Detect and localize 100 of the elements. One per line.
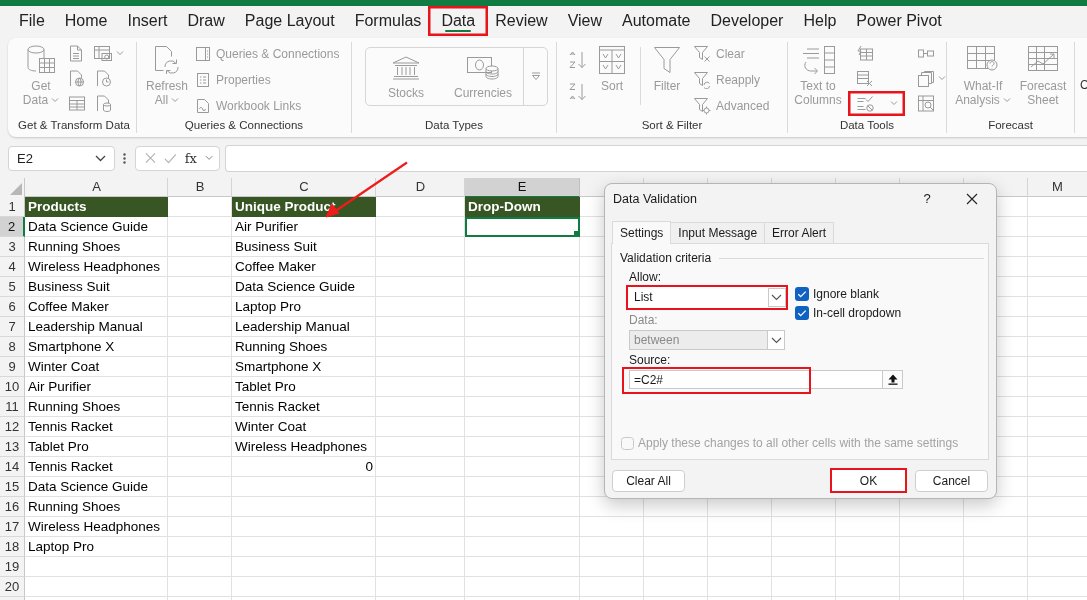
chevron-icon — [770, 336, 782, 344]
table-cell-text: Coffee Maker — [27, 298, 110, 316]
triangle-icon — [10, 183, 22, 195]
table-cell-text: Smartphone X — [27, 338, 116, 356]
field-label: Allow: — [629, 270, 661, 284]
table-cell-text: Running Shoes — [27, 398, 122, 416]
table-cell-text: Running Shoes — [27, 498, 122, 516]
source-field[interactable]: =C2# — [629, 370, 903, 389]
insert-function-button[interactable]: fx — [184, 150, 197, 166]
fill-handle[interactable] — [574, 231, 579, 236]
column-header[interactable]: B — [168, 178, 232, 198]
chevron-icon — [771, 293, 782, 301]
checkbox-label: Ignore blank — [813, 287, 880, 301]
table-cell-text: Business Suit — [234, 238, 318, 256]
section-title: Validation criteria — [620, 251, 712, 265]
table-camera-icon — [93, 45, 113, 62]
checkbox[interactable] — [795, 287, 809, 301]
panel-icon — [195, 46, 211, 62]
caret-icon — [116, 51, 124, 56]
table-cell-text: Winter Coat — [27, 358, 101, 376]
bank-icon — [391, 56, 421, 80]
table-cell-text: Leadership Manual — [234, 318, 351, 336]
checkbox[interactable] — [795, 306, 809, 320]
sort-grid-icon — [598, 45, 626, 75]
cancel-icon[interactable] — [145, 152, 156, 164]
table-cell-text: 0 — [364, 458, 374, 476]
funnel-cross-icon — [693, 45, 711, 63]
column-header[interactable]: C — [232, 178, 376, 198]
caret-icon — [51, 97, 60, 103]
dropdown[interactable]: List — [626, 285, 788, 310]
name-box[interactable]: E2 — [8, 145, 115, 171]
funnel-icon — [653, 45, 681, 75]
help-button[interactable]: ? — [904, 184, 950, 213]
checkbox-label: Apply these changes to all other cells with the same settings — [638, 436, 959, 450]
table-cell-text: Winter Coat — [234, 418, 308, 436]
table-cell-text: Data Science Guide — [27, 478, 150, 496]
funnel-refresh-icon — [693, 71, 711, 89]
caret-icon — [171, 97, 180, 103]
dialog-button[interactable]: OK — [830, 468, 907, 493]
table-cell-text: Wireless Headphones — [27, 258, 162, 276]
table-cell-text: Tennis Racket — [27, 458, 114, 476]
formula-input[interactable] — [225, 144, 1087, 172]
column-header[interactable]: D — [376, 178, 465, 198]
arrow-up-icon — [887, 374, 898, 385]
group-label: Data Tools — [838, 118, 896, 133]
table-cell-text: Laptop Pro — [27, 538, 96, 556]
check-icon[interactable] — [163, 152, 177, 164]
table-cell-text: Data Science Guide — [234, 278, 357, 296]
dialog-button[interactable]: Clear All — [612, 469, 685, 492]
field-label: Data: — [629, 313, 658, 327]
group-label: Sort & Filter — [640, 118, 704, 133]
funnel-gear-icon — [693, 97, 711, 115]
caret-icon — [1002, 97, 1011, 103]
group-label: Queries & Connections — [183, 118, 305, 133]
caret-icon — [938, 76, 946, 81]
chevron-icon — [95, 154, 106, 162]
table-cell-text: Tablet Pro — [27, 438, 90, 456]
check-prohibit-icon — [856, 95, 875, 112]
checkbox-label: In-cell dropdown — [813, 306, 902, 320]
table-cell-text: Coffee Maker — [234, 258, 317, 276]
collapse-button[interactable] — [882, 371, 902, 388]
header-cell: Products — [25, 197, 168, 217]
more-icon[interactable] — [530, 72, 541, 81]
row-header[interactable]: 2 — [0, 217, 25, 237]
field-label: Source: — [629, 353, 671, 367]
refresh-document-icon — [152, 45, 182, 75]
column-header[interactable]: E — [465, 178, 580, 198]
table-cell-text: Leadership Manual — [27, 318, 144, 336]
close-icon — [966, 192, 978, 205]
dialog-button[interactable]: Cancel — [915, 469, 988, 492]
properties-icon — [195, 72, 211, 88]
banknote-coins-icon — [466, 56, 500, 80]
table-cell-text: Business Suit — [27, 278, 111, 296]
more-options-icon[interactable] — [123, 152, 126, 164]
group-label: Get & Transform Data — [17, 118, 131, 133]
table-cell-text: Running Shoes — [234, 338, 329, 356]
group-label: Data Types — [424, 118, 484, 133]
table-cell-text: Smartphone X — [234, 358, 323, 376]
dialog-title: Data Validation — [613, 191, 698, 206]
header-cell: Drop-Down — [465, 197, 580, 217]
database-table-icon — [26, 45, 56, 75]
table-cell-text: Wireless Headphones — [27, 518, 162, 536]
table-cell-text: Tennis Racket — [27, 418, 114, 436]
row-header[interactable]: 1 — [0, 197, 25, 217]
table-cell-text: Running Shoes — [27, 238, 122, 256]
dialog-tab[interactable]: Error Alert — [764, 222, 835, 243]
dialog-tab[interactable]: Settings — [612, 221, 672, 244]
caret-icon — [890, 101, 898, 106]
table-cell-text: Air Purifier — [27, 378, 92, 396]
column-header[interactable]: M — [1028, 178, 1087, 198]
table-cell-text: Laptop Pro — [234, 298, 303, 316]
column-header[interactable]: A — [25, 178, 168, 198]
group-label: Forecast — [987, 118, 1034, 133]
link-document-icon — [195, 98, 211, 114]
table-cell-text: Tennis Racket — [234, 398, 321, 416]
dialog-tab[interactable]: Input Message — [670, 222, 766, 243]
chevron-icon[interactable] — [204, 155, 213, 161]
stacked-sheets-icon — [917, 69, 935, 88]
table-cell-text: Data Science Guide — [27, 218, 150, 236]
table-cell-text: Tablet Pro — [234, 378, 297, 396]
